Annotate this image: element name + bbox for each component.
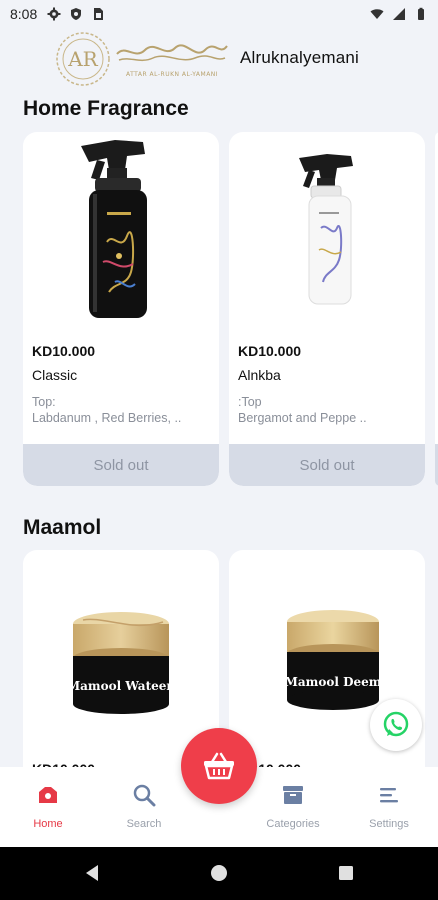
recents-icon[interactable] xyxy=(336,863,356,883)
product-name: Classic xyxy=(32,367,78,383)
product-name: Alnkba xyxy=(238,367,281,383)
section-title-home-fragrance: Home Fragrance xyxy=(23,97,189,120)
sold-out-button[interactable]: Sold out xyxy=(229,444,425,486)
product-desc: Labdanum , Red Berries, .. xyxy=(32,411,182,425)
svg-text:Mamool Wateen: Mamool Wateen xyxy=(67,679,176,693)
product-price: KD10.000 xyxy=(238,343,302,359)
nav-item-home[interactable]: Home xyxy=(8,767,88,847)
gear-icon xyxy=(47,7,61,21)
home-circle-icon[interactable] xyxy=(209,863,229,883)
whatsapp-icon xyxy=(383,711,409,737)
categories-icon xyxy=(283,786,303,804)
svg-text:AR: AR xyxy=(67,47,98,71)
basket-icon xyxy=(204,752,234,780)
product-image-black-bottle xyxy=(81,140,147,318)
status-bar: 8:08 xyxy=(0,0,438,28)
sold-out-button[interactable]: Sold out xyxy=(23,444,219,486)
product-image-white-bottle xyxy=(299,154,353,305)
product-desc: :Top xyxy=(238,395,262,409)
app-header: AR ATTAR AL-RUKN AL-YAMANI Alruknalyeman… xyxy=(0,28,438,90)
brand-logo: AR ATTAR AL-RUKN AL-YAMANI xyxy=(56,32,228,86)
battery-icon xyxy=(418,7,424,20)
nav-item-search[interactable]: Search xyxy=(104,767,184,847)
nav-item-settings[interactable]: Settings xyxy=(349,767,429,847)
product-image-jar-wateen: Mamool Wateen xyxy=(67,612,176,714)
search-icon xyxy=(133,784,156,807)
home-icon xyxy=(39,787,57,803)
signal-icon xyxy=(393,8,405,20)
system-navigation-bar xyxy=(0,847,438,900)
product-price: KD10.000 xyxy=(32,343,96,359)
settings-icon xyxy=(380,788,398,803)
svg-text:ATTAR AL-RUKN AL-YAMANI: ATTAR AL-RUKN AL-YAMANI xyxy=(126,71,218,78)
svg-text:Mamool Deem: Mamool Deem xyxy=(285,675,382,689)
cart-button[interactable] xyxy=(181,728,257,804)
brand-name: Alruknalyemani xyxy=(240,48,360,67)
product-card[interactable]: KD10.000 Alnkba :Top Bergamot and Peppe … xyxy=(229,132,425,486)
back-icon[interactable] xyxy=(82,863,102,883)
product-desc: Bergamot and Peppe .. xyxy=(238,411,367,425)
wifi-icon xyxy=(370,9,384,19)
section-title-maamol: Maamol xyxy=(23,516,102,539)
status-time: 8:08 xyxy=(10,6,38,22)
whatsapp-button[interactable] xyxy=(370,699,422,751)
product-card[interactable]: KD10.000 Classic Top: Labdanum , Red Ber… xyxy=(23,132,219,486)
shield-icon xyxy=(71,8,82,20)
product-desc: Top: xyxy=(32,395,56,409)
product-card[interactable]: Mamool Deem KD10.000 xyxy=(229,550,425,790)
nav-item-categories[interactable]: Categories xyxy=(253,767,333,847)
sim-icon xyxy=(94,8,104,20)
